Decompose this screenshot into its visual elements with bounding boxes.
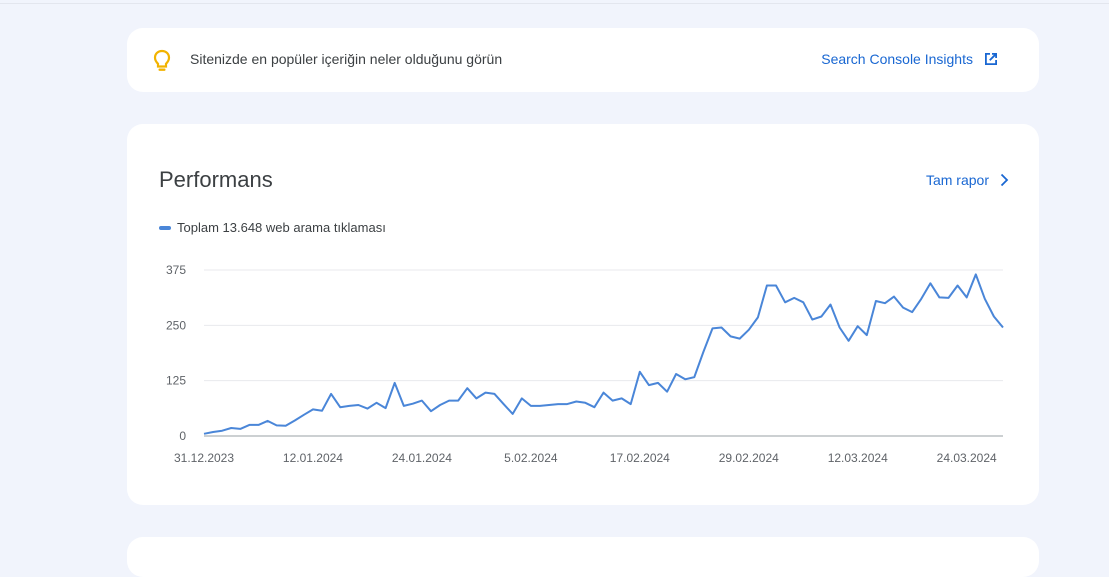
x-tick-label: 5.02.2024 <box>504 451 558 465</box>
search-console-insights-label: Search Console Insights <box>821 51 973 67</box>
x-tick-label: 24.03.2024 <box>937 451 997 465</box>
x-tick-label: 17.02.2024 <box>610 451 670 465</box>
performance-card: Performans Tam rapor Toplam 13.648 web a… <box>127 124 1039 505</box>
external-link-icon <box>985 53 997 65</box>
y-tick-label: 0 <box>179 429 186 443</box>
clicks-line-chart: 0 125 250 375 31.12.2023 12.01.2024 24.01.2024… <box>166 263 1004 465</box>
top-divider <box>0 3 1109 4</box>
x-tick-label: 29.02.2024 <box>719 451 779 465</box>
series-line-clicks <box>203 273 1004 435</box>
x-tick-label: 12.03.2024 <box>828 451 888 465</box>
search-console-insights-link[interactable]: Search Console Insights <box>821 51 999 67</box>
y-tick-label: 375 <box>166 263 186 277</box>
insight-card: Sitenizde en popüler içeriğin neler oldu… <box>127 28 1039 92</box>
insight-message: Sitenizde en popüler içeriğin neler oldu… <box>190 51 503 67</box>
y-tick-label: 125 <box>166 374 186 388</box>
x-tick-label: 24.01.2024 <box>392 451 452 465</box>
y-tick-label: 250 <box>166 318 186 332</box>
lightbulb-icon <box>153 49 171 71</box>
x-tick-label: 31.12.2023 <box>174 451 234 465</box>
next-card <box>127 537 1039 577</box>
x-tick-label: 12.01.2024 <box>283 451 343 465</box>
